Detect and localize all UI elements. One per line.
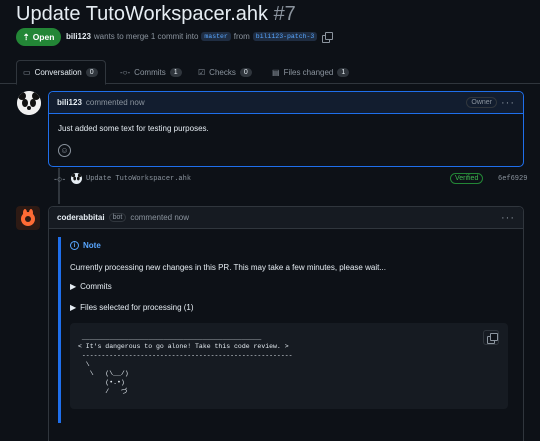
comment-author[interactable]: coderabbitai: [57, 213, 105, 222]
copy-icon[interactable]: [322, 32, 334, 43]
tab-label: Conversation: [34, 68, 82, 77]
comment-card: coderabbitai bot commented now ··· i Not…: [48, 206, 524, 441]
status-label: Open: [32, 32, 55, 42]
sidebar-cutoff: [534, 96, 540, 98]
tab-label: Commits: [134, 67, 166, 77]
info-icon: i: [70, 241, 79, 250]
tab-conversation[interactable]: ▭ Conversation 0: [16, 60, 106, 85]
pr-tabs: ▭ Conversation 0 -○- Commits 1 ☑ Checks …: [0, 60, 540, 85]
note-title: i Note: [70, 241, 101, 250]
comment-header: bili123 commented now Owner ···: [49, 92, 523, 114]
merge-text: wants to merge 1 commit into: [93, 32, 199, 41]
details-commits[interactable]: ▶ Commits: [70, 282, 112, 291]
avatar[interactable]: [16, 206, 40, 230]
commit-icon: -○-: [54, 174, 66, 184]
tab-count: 1: [169, 67, 182, 77]
tab-files-changed[interactable]: ▤ Files changed 1: [266, 60, 355, 84]
ascii-art: ________________________________________…: [78, 334, 293, 395]
pr-number: #7: [273, 3, 296, 25]
tab-checks[interactable]: ☑ Checks 0: [192, 60, 258, 84]
note-body: Currently processing new changes in this…: [70, 263, 386, 272]
comment-time[interactable]: commented now: [86, 98, 145, 107]
details-files[interactable]: ▶ Files selected for processing (1): [70, 303, 194, 312]
avatar[interactable]: [17, 91, 41, 115]
avatar-panda-icon: [17, 91, 41, 115]
copy-icon: [486, 333, 498, 344]
tab-count: 0: [85, 68, 98, 77]
base-branch[interactable]: master: [201, 32, 231, 41]
comment-body: Just added some text for testing purpose…: [58, 124, 209, 133]
avatar-panda-icon: [71, 173, 82, 181]
details-label: Files selected for processing (1): [80, 303, 194, 312]
more-dots-icon[interactable]: ···: [501, 212, 515, 224]
tab-label: Files changed: [283, 67, 334, 77]
comment-card: bili123 commented now Owner ··· Just add…: [48, 91, 524, 167]
comment-header: coderabbitai bot commented now ···: [49, 207, 523, 229]
disclosure-triangle-icon: ▶: [70, 303, 77, 312]
owner-badge: Owner: [466, 97, 497, 108]
pr-title-text: Update TutoWorkspacer.ahk: [16, 3, 268, 25]
smiley-icon[interactable]: ☺: [58, 144, 71, 157]
checks-icon: ☑: [198, 67, 206, 77]
commit-icon: -○-: [120, 67, 131, 77]
verified-badge[interactable]: Verified: [450, 173, 484, 184]
tab-label: Checks: [209, 67, 236, 77]
files-icon: ▤: [272, 67, 280, 77]
commit-avatar[interactable]: [71, 173, 82, 184]
author-link[interactable]: bili123: [66, 32, 91, 41]
head-branch[interactable]: bili123-patch-3: [252, 32, 318, 41]
tab-count: 0: [239, 67, 252, 77]
tab-commits[interactable]: -○- Commits 1: [114, 60, 188, 84]
note-block: i Note Currently processing new changes …: [58, 237, 518, 423]
bot-badge: bot: [108, 213, 127, 222]
disclosure-triangle-icon: ▶: [70, 282, 77, 291]
tab-count: 1: [337, 67, 350, 77]
status-badge: ⇡ Open: [16, 28, 61, 46]
comment-author[interactable]: bili123: [57, 98, 82, 107]
rabbit-logo-icon: [21, 209, 35, 226]
code-block: ________________________________________…: [70, 323, 508, 409]
commit-message[interactable]: Update TutoWorkspacer.ahk: [86, 175, 191, 183]
from-text: from: [233, 32, 250, 41]
pr-meta: bili123 wants to merge 1 commit into mas…: [66, 32, 334, 43]
commit-sha[interactable]: 6ef6929: [498, 175, 527, 183]
details-label: Commits: [80, 282, 112, 291]
conversation-icon: ▭: [23, 68, 31, 77]
more-dots-icon[interactable]: ···: [501, 97, 515, 109]
comment-time[interactable]: commented now: [130, 213, 189, 222]
note-title-text: Note: [83, 241, 101, 250]
pr-open-icon: ⇡: [22, 31, 30, 42]
copy-code-button[interactable]: [483, 330, 499, 345]
pr-title: Update TutoWorkspacer.ahk #7: [16, 3, 296, 26]
